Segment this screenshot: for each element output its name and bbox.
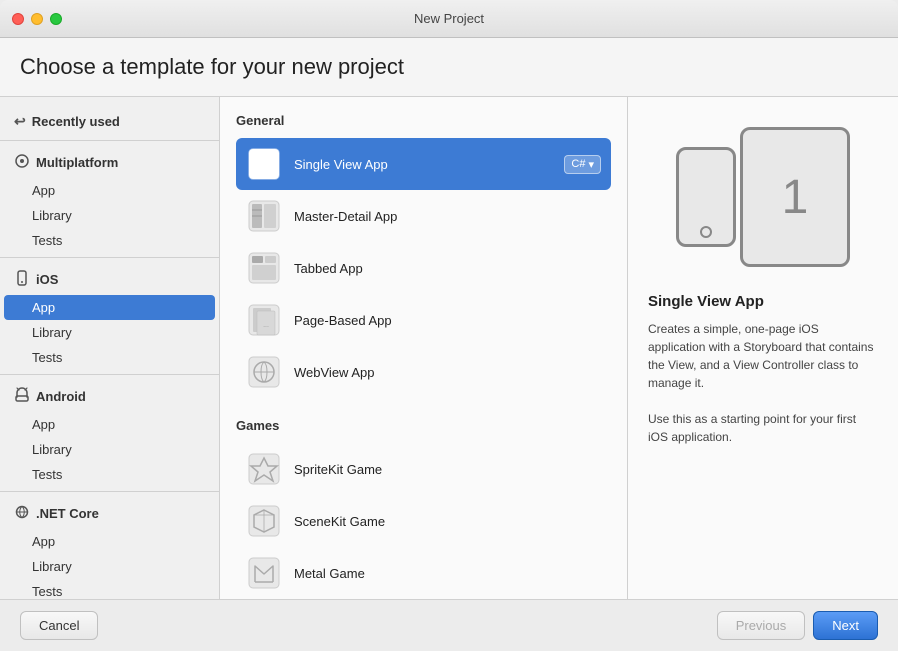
cancel-button[interactable]: Cancel	[20, 611, 98, 640]
template-master-detail-label: Master-Detail App	[294, 209, 397, 224]
general-template-list: 1 Single View App C# ▾	[236, 138, 611, 398]
tablet-preview: 1	[740, 127, 850, 267]
template-tabbed-app[interactable]: Tabbed App	[236, 242, 611, 294]
template-webview-app[interactable]: WebView App	[236, 346, 611, 398]
scenekit-icon	[246, 503, 282, 539]
footer-left: Cancel	[20, 611, 98, 640]
svg-text:...: ...	[263, 322, 269, 329]
section-title-games: Games	[236, 418, 611, 433]
window-title: New Project	[414, 11, 484, 26]
sidebar-item-mp-library[interactable]: Library	[0, 203, 219, 228]
template-metal-game[interactable]: Metal Game	[236, 547, 611, 599]
sidebar-item-android-tests[interactable]: Tests	[0, 462, 219, 487]
sidebar-item-ios[interactable]: iOS	[0, 262, 219, 295]
single-view-icon: 1	[246, 146, 282, 182]
phone-preview	[676, 147, 736, 247]
template-single-view-app[interactable]: 1 Single View App C# ▾	[236, 138, 611, 190]
preview-area: 1	[648, 117, 878, 277]
body: ↩ Recently used Multiplatform App Librar…	[0, 97, 898, 599]
tablet-number: 1	[782, 170, 809, 225]
right-panel: 1 Single View App Creates a simple, one-…	[628, 97, 898, 599]
tabbed-icon	[246, 250, 282, 286]
detail-description: Creates a simple, one-page iOS applicati…	[648, 320, 878, 446]
games-template-list: SpriteKit Game SceneKit Game	[236, 443, 611, 599]
template-spritekit-game[interactable]: SpriteKit Game	[236, 443, 611, 495]
lang-badge-chevron: ▾	[588, 158, 594, 171]
sidebar-item-ios-app[interactable]: App	[4, 295, 215, 320]
language-badge[interactable]: C# ▾	[564, 155, 601, 174]
sidebar-item-ios-tests[interactable]: Tests	[0, 345, 219, 370]
recently-used-icon: ↩	[14, 113, 26, 130]
sidebar-item-android-app[interactable]: App	[0, 412, 219, 437]
template-single-view-label: Single View App	[294, 157, 388, 172]
maximize-button[interactable]	[50, 13, 62, 25]
sidebar-item-net-tests[interactable]: Tests	[0, 579, 219, 599]
minimize-button[interactable]	[31, 13, 43, 25]
android-icon	[14, 387, 30, 406]
template-tabbed-label: Tabbed App	[294, 261, 363, 276]
sidebar-android-label: Android	[36, 389, 86, 404]
template-metal-label: Metal Game	[294, 566, 365, 581]
sidebar-item-recently-used[interactable]: ↩ Recently used	[0, 105, 219, 136]
sidebar-dotnet-label: .NET Core	[36, 506, 99, 521]
sidebar-item-net-app[interactable]: App	[0, 529, 219, 554]
lang-badge-label: C#	[571, 158, 585, 170]
webview-icon	[246, 354, 282, 390]
device-preview: 1	[676, 127, 850, 267]
template-page-based-app[interactable]: ... Page-Based App	[236, 294, 611, 346]
template-page-based-label: Page-Based App	[294, 313, 392, 328]
template-master-detail-app[interactable]: Master-Detail App	[236, 190, 611, 242]
sidebar-multiplatform-label: Multiplatform	[36, 155, 118, 170]
divider-3	[0, 374, 219, 375]
spritekit-icon	[246, 451, 282, 487]
master-detail-icon	[246, 198, 282, 234]
footer: Cancel Previous Next	[0, 599, 898, 651]
template-scenekit-game[interactable]: SceneKit Game	[236, 495, 611, 547]
template-webview-label: WebView App	[294, 365, 374, 380]
sidebar-item-dotnet[interactable]: .NET Core	[0, 496, 219, 529]
sidebar-recently-used-label: Recently used	[32, 114, 120, 129]
section-title-general: General	[236, 113, 611, 128]
sidebar-item-net-library[interactable]: Library	[0, 554, 219, 579]
page-title: Choose a template for your new project	[20, 54, 878, 80]
detail-title: Single View App	[648, 293, 878, 310]
sidebar-item-ios-library[interactable]: Library	[0, 320, 219, 345]
svg-text:1: 1	[261, 159, 268, 173]
multiplatform-icon	[14, 153, 30, 172]
sidebar-item-mp-app[interactable]: App	[0, 178, 219, 203]
sidebar-item-android-library[interactable]: Library	[0, 437, 219, 462]
previous-button[interactable]: Previous	[717, 611, 806, 640]
center-panel: General 1 Single View App C# ▾	[220, 97, 628, 599]
ios-icon	[14, 270, 30, 289]
footer-right: Previous Next	[717, 611, 878, 640]
sidebar-item-android[interactable]: Android	[0, 379, 219, 412]
dotnet-icon	[14, 504, 30, 523]
template-scenekit-label: SceneKit Game	[294, 514, 385, 529]
template-spritekit-label: SpriteKit Game	[294, 462, 382, 477]
header: Choose a template for your new project	[0, 38, 898, 97]
sidebar-ios-label: iOS	[36, 272, 58, 287]
title-bar: New Project	[0, 0, 898, 38]
metal-icon	[246, 555, 282, 591]
sidebar: ↩ Recently used Multiplatform App Librar…	[0, 97, 220, 599]
close-button[interactable]	[12, 13, 24, 25]
divider-4	[0, 491, 219, 492]
page-based-icon: ...	[246, 302, 282, 338]
main-container: Choose a template for your new project ↩…	[0, 38, 898, 651]
next-button[interactable]: Next	[813, 611, 878, 640]
sidebar-item-mp-tests[interactable]: Tests	[0, 228, 219, 253]
traffic-lights	[12, 13, 62, 25]
divider-1	[0, 140, 219, 141]
sidebar-item-multiplatform[interactable]: Multiplatform	[0, 145, 219, 178]
divider-2	[0, 257, 219, 258]
